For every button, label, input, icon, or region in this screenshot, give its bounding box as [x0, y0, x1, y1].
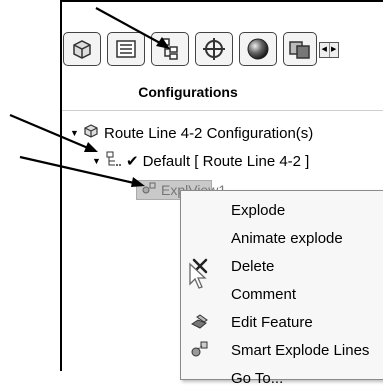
tree-default-label: Default [ Route Line 4-2 ]: [142, 152, 310, 170]
scroll-right-icon[interactable]: ▶: [330, 43, 339, 57]
tree-default-configuration[interactable]: ▼ ✔ Default [ Route Line 4-2 ]: [92, 150, 309, 172]
checkmark-icon: ✔: [126, 153, 139, 170]
feature-manager-icon: [69, 36, 95, 62]
tab-dimxpert-manager[interactable]: [195, 32, 233, 66]
tab-scroll-arrows[interactable]: ◀ ▶: [319, 42, 339, 58]
chevron-down-icon[interactable]: ▼: [92, 156, 104, 166]
menu-item-edit-feature[interactable]: Edit Feature: [181, 308, 383, 336]
configuration-icon: [104, 150, 122, 172]
smart-explode-icon: [189, 339, 211, 361]
menu-item-smart-explode-lines[interactable]: Smart Explode Lines: [181, 336, 383, 364]
tab-display-manager[interactable]: [239, 32, 277, 66]
explode-view-icon: [141, 181, 157, 200]
tab-cam-manager[interactable]: [283, 32, 317, 66]
mouse-cursor-icon: [189, 262, 207, 289]
menu-item-go-to[interactable]: Go To...: [181, 364, 383, 392]
tree-root-configurations[interactable]: ▼ Route Line 4-2 Configuration(s): [70, 122, 313, 144]
property-manager-icon: [113, 36, 139, 62]
configuration-manager-icon: [157, 36, 183, 62]
manager-tab-bar: ◀ ▶: [63, 30, 383, 70]
panel-title: Configurations: [138, 84, 238, 100]
tree-root-label: Route Line 4-2 Configuration(s): [104, 124, 314, 142]
chevron-down-icon[interactable]: ▼: [70, 128, 82, 138]
dimxpert-icon: [201, 36, 227, 62]
tab-configuration-manager[interactable]: [151, 32, 189, 66]
part-configurations-icon: [82, 122, 100, 144]
tab-property-manager[interactable]: [107, 32, 145, 66]
cam-icon: [287, 36, 313, 62]
tab-feature-manager[interactable]: [63, 32, 101, 66]
menu-item-explode[interactable]: Explode: [181, 196, 383, 224]
display-manager-icon: [245, 36, 271, 62]
scroll-left-icon[interactable]: ◀: [320, 43, 330, 57]
header-divider: [62, 110, 383, 111]
edit-feature-icon: [189, 311, 211, 333]
menu-item-animate-explode[interactable]: Animate explode: [181, 224, 383, 252]
